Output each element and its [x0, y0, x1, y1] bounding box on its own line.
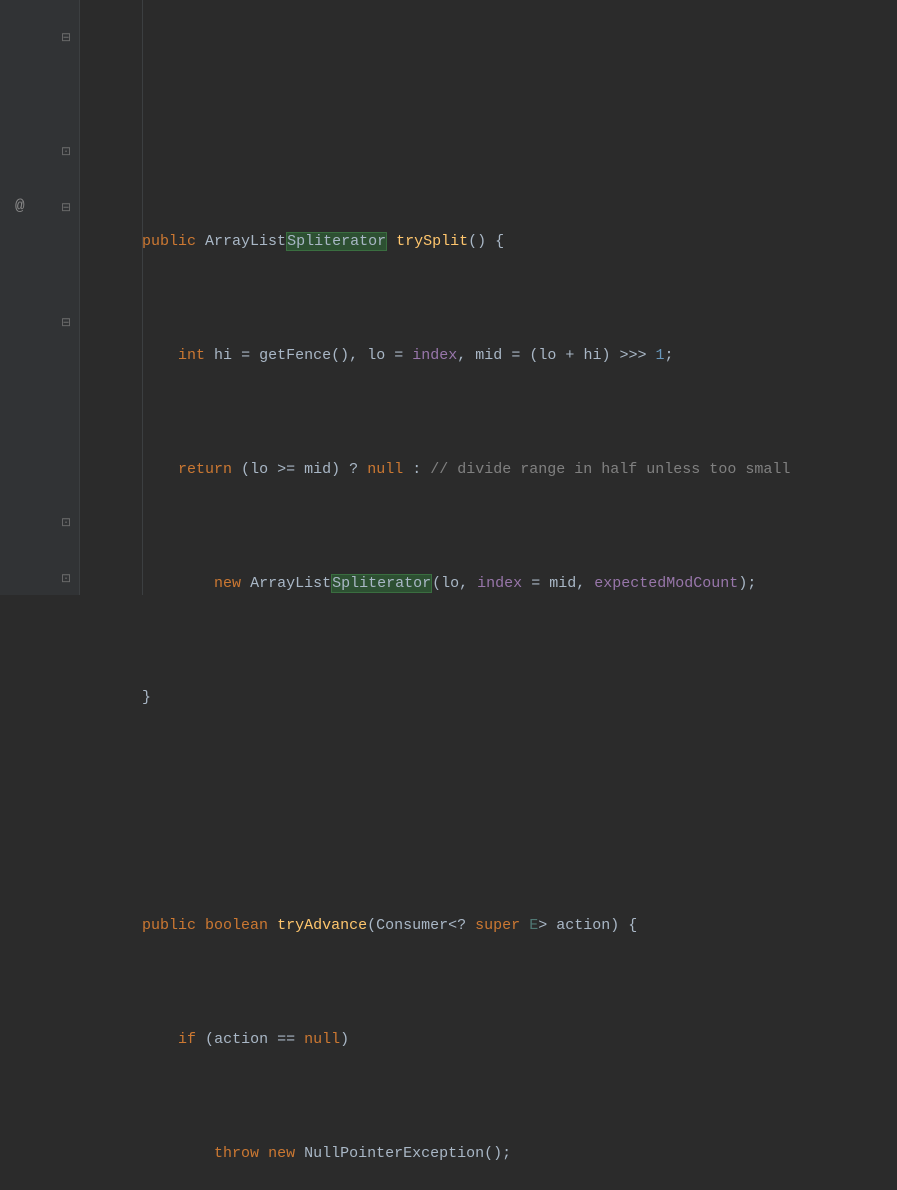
- code-line: new ArrayListSpliterator(lo, index = mid…: [88, 570, 790, 599]
- editor-gutter: ⊟ ⊡ @ ⊟ ⊟ ⊡ ⊡: [0, 0, 80, 595]
- fold-close-icon[interactable]: ⊡: [61, 144, 71, 159]
- code-line: int hi = getFence(), lo = index, mid = (…: [88, 342, 790, 371]
- code-editor[interactable]: public ArrayListSpliterator trySplit() {…: [80, 0, 790, 595]
- fold-icon[interactable]: ⊟: [61, 200, 71, 215]
- annotation-icon: @: [15, 197, 25, 215]
- code-line: [88, 114, 790, 143]
- code-line: [88, 798, 790, 827]
- code-line: public ArrayListSpliterator trySplit() {: [88, 228, 790, 257]
- fold-close-icon[interactable]: ⊡: [61, 571, 71, 586]
- code-line: if (action == null): [88, 1026, 790, 1055]
- fold-close-icon[interactable]: ⊡: [61, 515, 71, 530]
- code-line: throw new NullPointerException();: [88, 1140, 790, 1169]
- code-line: return (lo >= mid) ? null : // divide ra…: [88, 456, 790, 485]
- code-line: public boolean tryAdvance(Consumer<? sup…: [88, 912, 790, 941]
- fold-icon[interactable]: ⊟: [61, 30, 71, 45]
- fold-icon[interactable]: ⊟: [61, 315, 71, 330]
- code-line: }: [88, 684, 790, 713]
